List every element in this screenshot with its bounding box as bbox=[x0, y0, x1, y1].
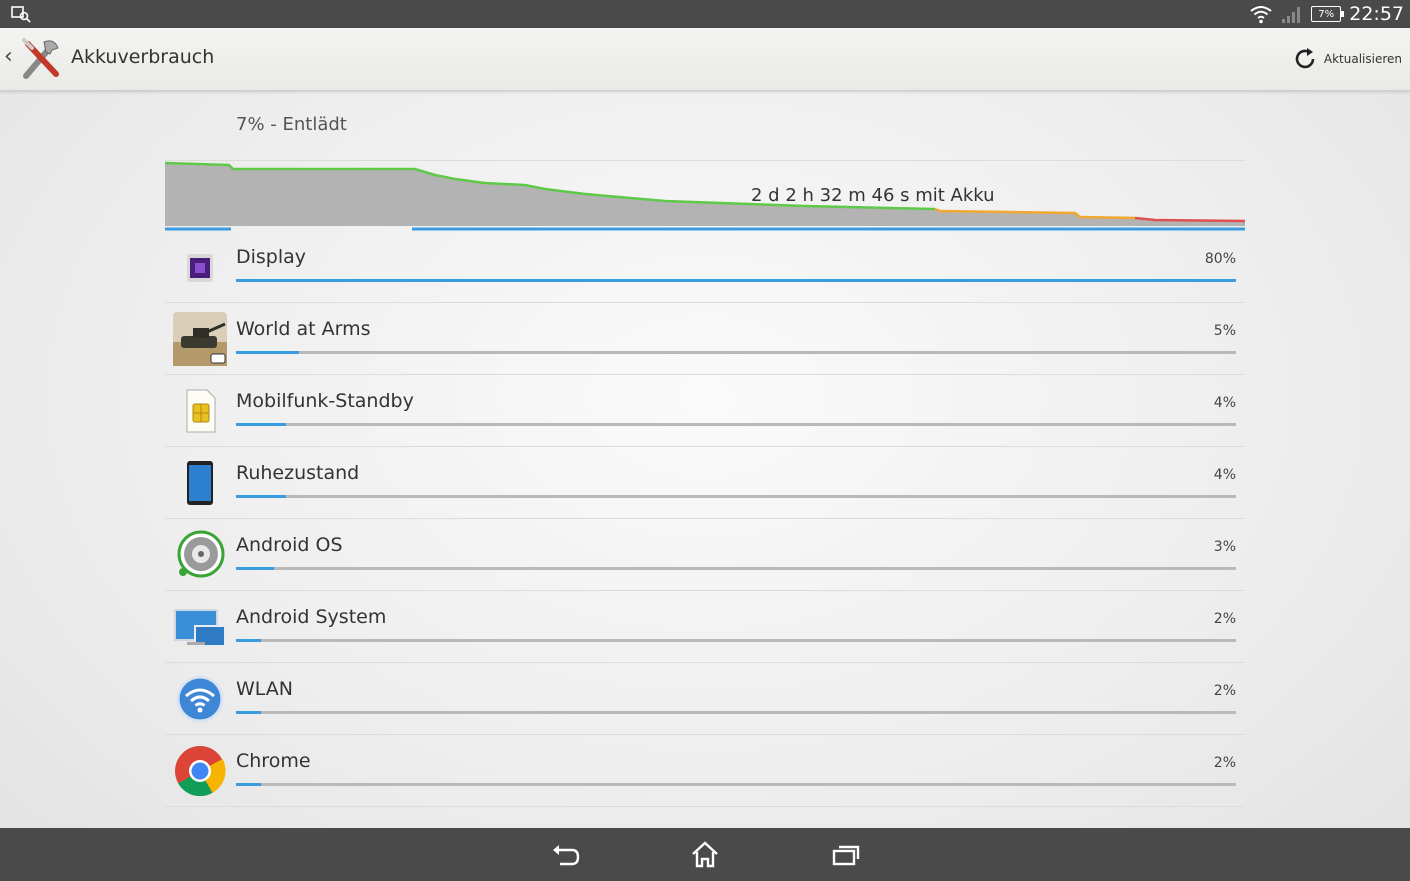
android-os-icon bbox=[177, 530, 225, 578]
item-percent: 4% bbox=[1213, 395, 1236, 411]
item-name: WLAN bbox=[236, 678, 294, 700]
wifi-icon bbox=[176, 675, 224, 723]
usage-bar-fill bbox=[236, 783, 261, 786]
usage-bar bbox=[236, 279, 1236, 282]
usage-bar-fill bbox=[236, 495, 286, 498]
settings-tools-icon[interactable] bbox=[18, 36, 64, 82]
battery-history-graph[interactable]: 2 d 2 h 32 m 46 s mit Akku bbox=[165, 160, 1245, 231]
item-percent: 2% bbox=[1213, 755, 1236, 771]
item-name: Ruhezustand bbox=[236, 462, 360, 484]
clock: 22:57 bbox=[1349, 3, 1404, 25]
chrome-icon bbox=[175, 746, 226, 797]
wifi-signal-icon bbox=[1250, 6, 1272, 24]
battery-icon: 7% bbox=[1311, 6, 1345, 22]
item-name: Chrome bbox=[236, 750, 311, 772]
item-percent: 4% bbox=[1213, 467, 1236, 483]
usage-bar bbox=[236, 711, 1236, 714]
item-percent: 5% bbox=[1213, 323, 1236, 339]
action-bar: ‹ Akkuverbrauch Aktualisieren bbox=[0, 28, 1410, 91]
usage-bar-fill bbox=[236, 567, 274, 570]
usage-bar-fill bbox=[236, 711, 261, 714]
list-item-android-os[interactable]: Android OS 3% bbox=[165, 519, 1245, 591]
usage-bar bbox=[236, 567, 1236, 570]
usage-bar bbox=[236, 639, 1236, 642]
display-icon bbox=[187, 254, 213, 282]
item-name: Android System bbox=[236, 606, 387, 628]
usage-bar bbox=[236, 495, 1236, 498]
list-item-display[interactable]: Display 80% bbox=[165, 231, 1245, 303]
refresh-label: Aktualisieren bbox=[1323, 52, 1402, 66]
refresh-icon bbox=[1295, 48, 1315, 69]
navigation-bar bbox=[0, 828, 1410, 881]
back-icon[interactable] bbox=[548, 840, 582, 870]
list-item-chrome[interactable]: Chrome 2% bbox=[165, 735, 1245, 807]
item-percent: 80% bbox=[1204, 251, 1236, 267]
cell-signal-icon bbox=[1282, 7, 1301, 23]
usage-bar-fill bbox=[236, 279, 1236, 282]
back-chevron-icon[interactable]: ‹ bbox=[4, 44, 13, 69]
world-at-arms-icon bbox=[173, 312, 227, 366]
list-item-mobilfunk-standby[interactable]: Mobilfunk-Standby 4% bbox=[165, 375, 1245, 447]
android-system-icon bbox=[174, 609, 226, 647]
usage-list: Display 80% World at Arms 5% Mobilfunk-S… bbox=[165, 231, 1245, 807]
item-name: Display bbox=[236, 246, 307, 268]
phone-idle-icon bbox=[187, 461, 213, 505]
home-icon[interactable] bbox=[688, 840, 722, 870]
refresh-button[interactable]: Aktualisieren bbox=[1294, 44, 1402, 74]
item-percent: 3% bbox=[1213, 539, 1236, 555]
item-percent: 2% bbox=[1213, 611, 1236, 627]
item-name: World at Arms bbox=[236, 318, 371, 340]
status-bar: 7% 22:57 bbox=[0, 0, 1410, 28]
list-item-world-at-arms[interactable]: World at Arms 5% bbox=[165, 303, 1245, 375]
page-title: Akkuverbrauch bbox=[71, 46, 215, 68]
usage-bar bbox=[236, 423, 1236, 426]
usage-bar-fill bbox=[236, 351, 299, 354]
list-item-android-system[interactable]: Android System 2% bbox=[165, 591, 1245, 663]
usage-bar bbox=[236, 351, 1236, 354]
list-item-wlan[interactable]: WLAN 2% bbox=[165, 663, 1245, 735]
battery-status: 7% - Entlädt bbox=[236, 114, 347, 135]
usage-bar-fill bbox=[236, 639, 261, 642]
item-name: Android OS bbox=[236, 534, 343, 556]
usage-bar bbox=[236, 783, 1236, 786]
screenshot-search-icon bbox=[11, 6, 31, 23]
item-percent: 2% bbox=[1213, 683, 1236, 699]
sim-card-icon bbox=[186, 389, 216, 433]
usage-bar-fill bbox=[236, 423, 286, 426]
list-item-ruhezustand[interactable]: Ruhezustand 4% bbox=[165, 447, 1245, 519]
item-name: Mobilfunk-Standby bbox=[236, 390, 414, 412]
battery-duration: 2 d 2 h 32 m 46 s mit Akku bbox=[751, 185, 995, 206]
graph-line-red bbox=[1134, 216, 1245, 223]
recent-apps-icon[interactable] bbox=[829, 840, 863, 870]
